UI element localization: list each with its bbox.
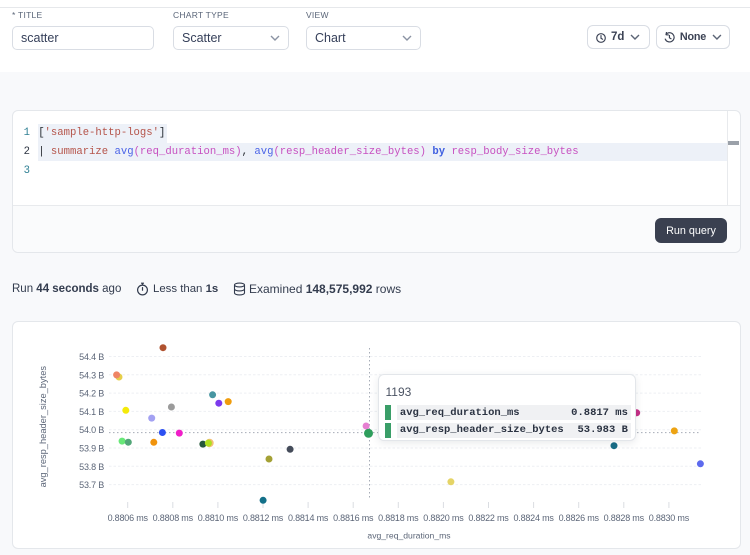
svg-text:0.8828 ms: 0.8828 ms bbox=[604, 513, 645, 523]
svg-text:0.8810 ms: 0.8810 ms bbox=[198, 513, 239, 523]
svg-text:54.4 B: 54.4 B bbox=[79, 352, 104, 362]
svg-text:avg_resp_header_size_bytes: avg_resp_header_size_bytes bbox=[38, 366, 48, 488]
svg-text:0.8830 ms: 0.8830 ms bbox=[649, 513, 690, 523]
svg-text:0.8808 ms: 0.8808 ms bbox=[153, 513, 194, 523]
svg-text:avg_req_duration_ms: avg_req_duration_ms bbox=[367, 531, 450, 541]
svg-text:54.0 B: 54.0 B bbox=[79, 425, 104, 435]
svg-text:54.3 B: 54.3 B bbox=[79, 370, 104, 380]
svg-text:0.8822 ms: 0.8822 ms bbox=[468, 513, 509, 523]
svg-text:0.8826 ms: 0.8826 ms bbox=[559, 513, 600, 523]
svg-text:0.8806 ms: 0.8806 ms bbox=[108, 513, 149, 523]
svg-text:0.8818 ms: 0.8818 ms bbox=[378, 513, 419, 523]
svg-text:0.8816 ms: 0.8816 ms bbox=[333, 513, 374, 523]
svg-text:53.8 B: 53.8 B bbox=[79, 462, 104, 472]
svg-text:54.1 B: 54.1 B bbox=[79, 407, 104, 417]
svg-text:0.8812 ms: 0.8812 ms bbox=[243, 513, 284, 523]
svg-text:0.8820 ms: 0.8820 ms bbox=[423, 513, 464, 523]
svg-text:0.8814 ms: 0.8814 ms bbox=[288, 513, 329, 523]
svg-text:53.7 B: 53.7 B bbox=[79, 480, 104, 490]
svg-text:54.2 B: 54.2 B bbox=[79, 389, 104, 399]
svg-text:0.8824 ms: 0.8824 ms bbox=[513, 513, 554, 523]
svg-text:53.9 B: 53.9 B bbox=[79, 444, 104, 454]
